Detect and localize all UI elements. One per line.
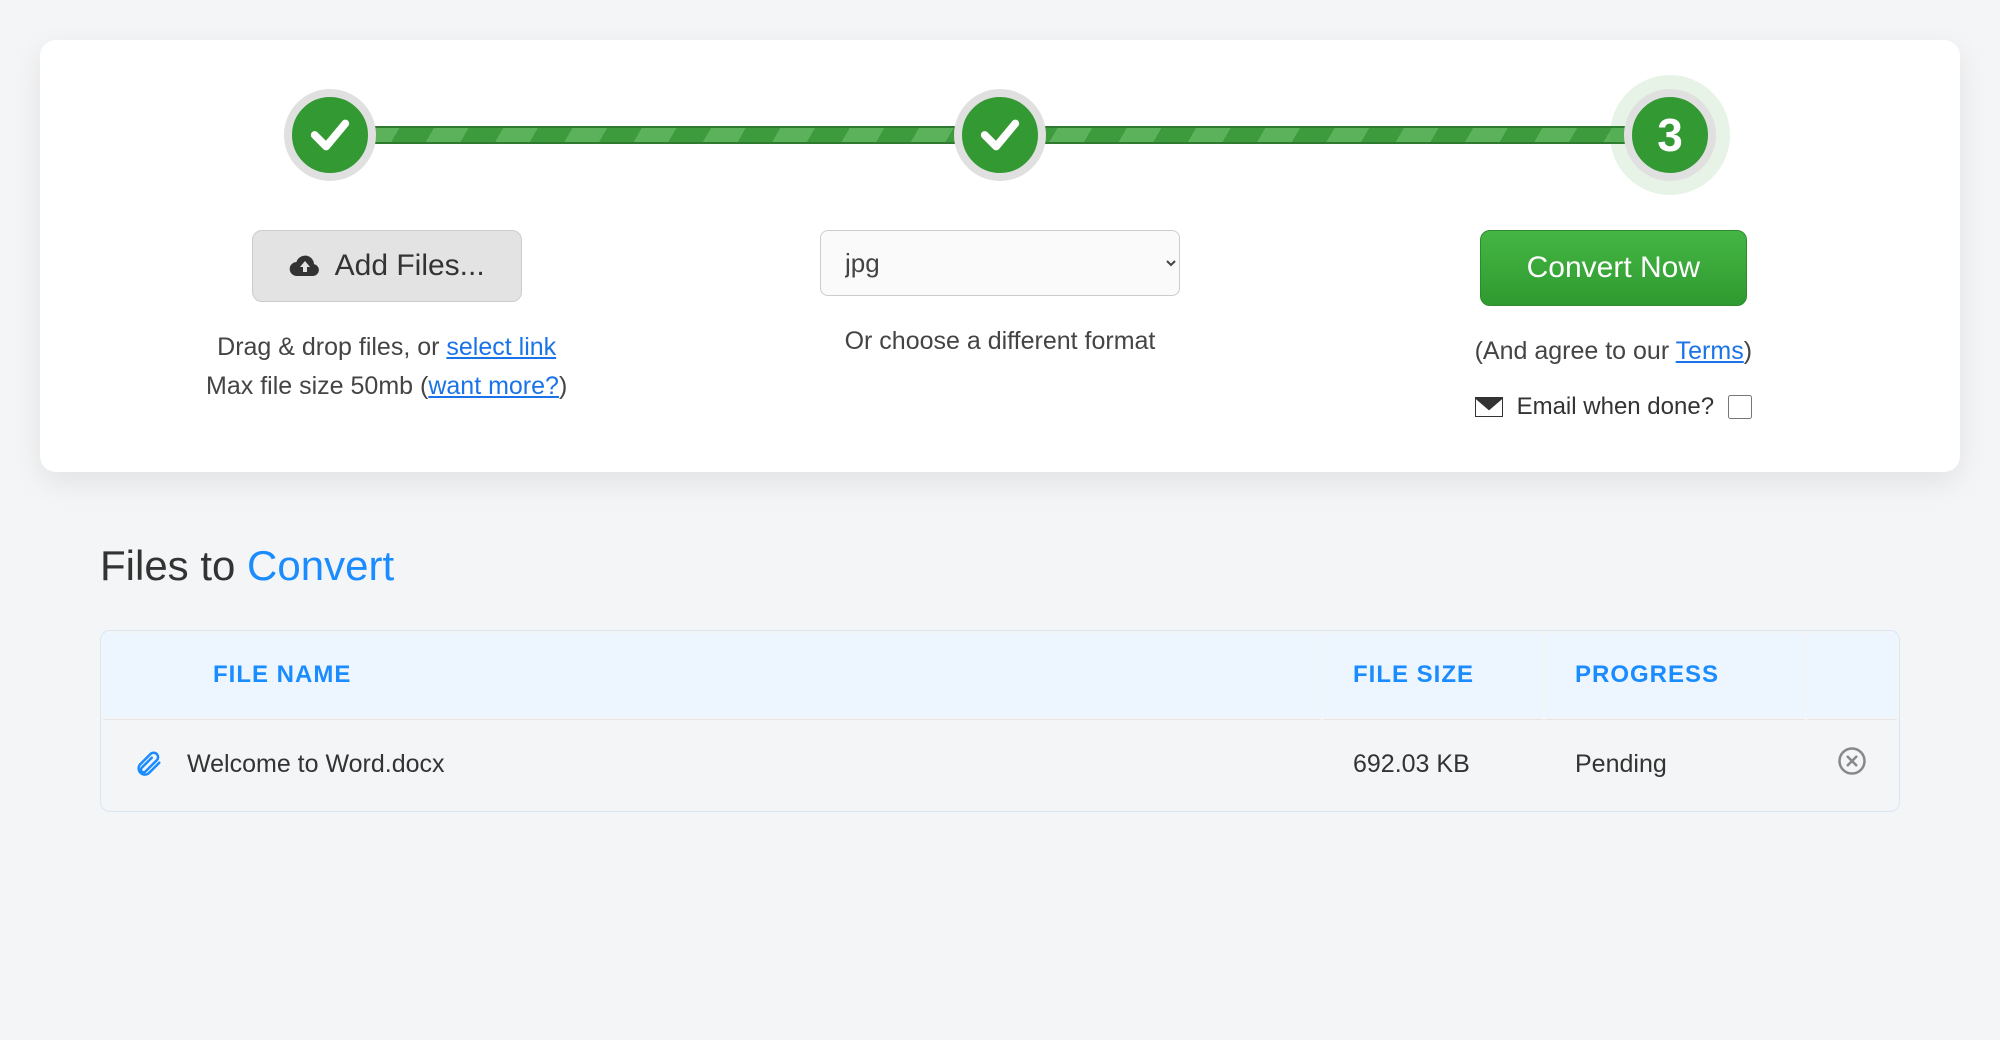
file-table: FILE NAME FILE SIZE PROGRESS Welcome to … bbox=[100, 630, 1900, 812]
paperclip-icon bbox=[133, 749, 163, 779]
step-3-current: 3 bbox=[1624, 89, 1716, 181]
table-row: Welcome to Word.docx 692.03 KB Pending bbox=[103, 719, 1897, 809]
heading-pre: Files to bbox=[100, 542, 247, 589]
files-heading: Files to Convert bbox=[100, 542, 1900, 590]
check-icon bbox=[307, 112, 353, 158]
col-remove bbox=[1807, 633, 1897, 717]
stepper: 3 bbox=[280, 80, 1720, 190]
add-files-help: Drag & drop files, or select link Max fi… bbox=[100, 328, 673, 406]
check-icon bbox=[977, 112, 1023, 158]
file-progress: Pending bbox=[1545, 719, 1805, 809]
format-column: jpg Or choose a different format bbox=[713, 230, 1286, 422]
email-when-done[interactable]: Email when done? bbox=[1475, 393, 1752, 421]
files-section: Files to Convert FILE NAME FILE SIZE PRO… bbox=[100, 542, 1900, 812]
help-text: ) bbox=[559, 372, 567, 400]
envelope-icon bbox=[1475, 397, 1503, 417]
terms-post: ) bbox=[1744, 337, 1752, 365]
convert-column: Convert Now (And agree to our Terms) Ema… bbox=[1327, 230, 1900, 422]
convert-label: Convert Now bbox=[1527, 251, 1700, 284]
email-checkbox[interactable] bbox=[1728, 395, 1752, 419]
step-2-done bbox=[954, 89, 1046, 181]
terms-pre: (And agree to our bbox=[1475, 337, 1676, 365]
want-more-link[interactable]: want more? bbox=[428, 372, 559, 400]
format-help: Or choose a different format bbox=[713, 322, 1286, 361]
format-select[interactable]: jpg bbox=[820, 230, 1180, 296]
add-files-label: Add Files... bbox=[335, 249, 485, 283]
add-files-column: Add Files... Drag & drop files, or selec… bbox=[100, 230, 673, 422]
add-files-button[interactable]: Add Files... bbox=[252, 230, 522, 302]
conversion-card: 3 Add Files... Drag & drop files, or sel… bbox=[40, 40, 1960, 472]
close-circle-icon bbox=[1837, 746, 1867, 776]
terms-link[interactable]: Terms bbox=[1676, 337, 1744, 365]
col-file-size: FILE SIZE bbox=[1323, 633, 1543, 717]
col-progress: PROGRESS bbox=[1545, 633, 1805, 717]
col-file-name: FILE NAME bbox=[103, 633, 1321, 717]
cloud-upload-icon bbox=[289, 252, 321, 280]
convert-now-button[interactable]: Convert Now bbox=[1480, 230, 1747, 306]
help-text: Drag & drop files, or bbox=[217, 333, 446, 361]
step-3-label: 3 bbox=[1657, 108, 1683, 162]
email-label: Email when done? bbox=[1517, 393, 1714, 421]
select-link[interactable]: select link bbox=[446, 333, 556, 361]
step-1-done bbox=[284, 89, 376, 181]
remove-file-button[interactable] bbox=[1837, 746, 1867, 776]
file-size: 692.03 KB bbox=[1323, 719, 1543, 809]
terms-help: (And agree to our Terms) bbox=[1327, 332, 1900, 371]
file-name: Welcome to Word.docx bbox=[187, 750, 445, 779]
help-text: Max file size 50mb ( bbox=[206, 372, 428, 400]
heading-accent: Convert bbox=[247, 542, 394, 589]
